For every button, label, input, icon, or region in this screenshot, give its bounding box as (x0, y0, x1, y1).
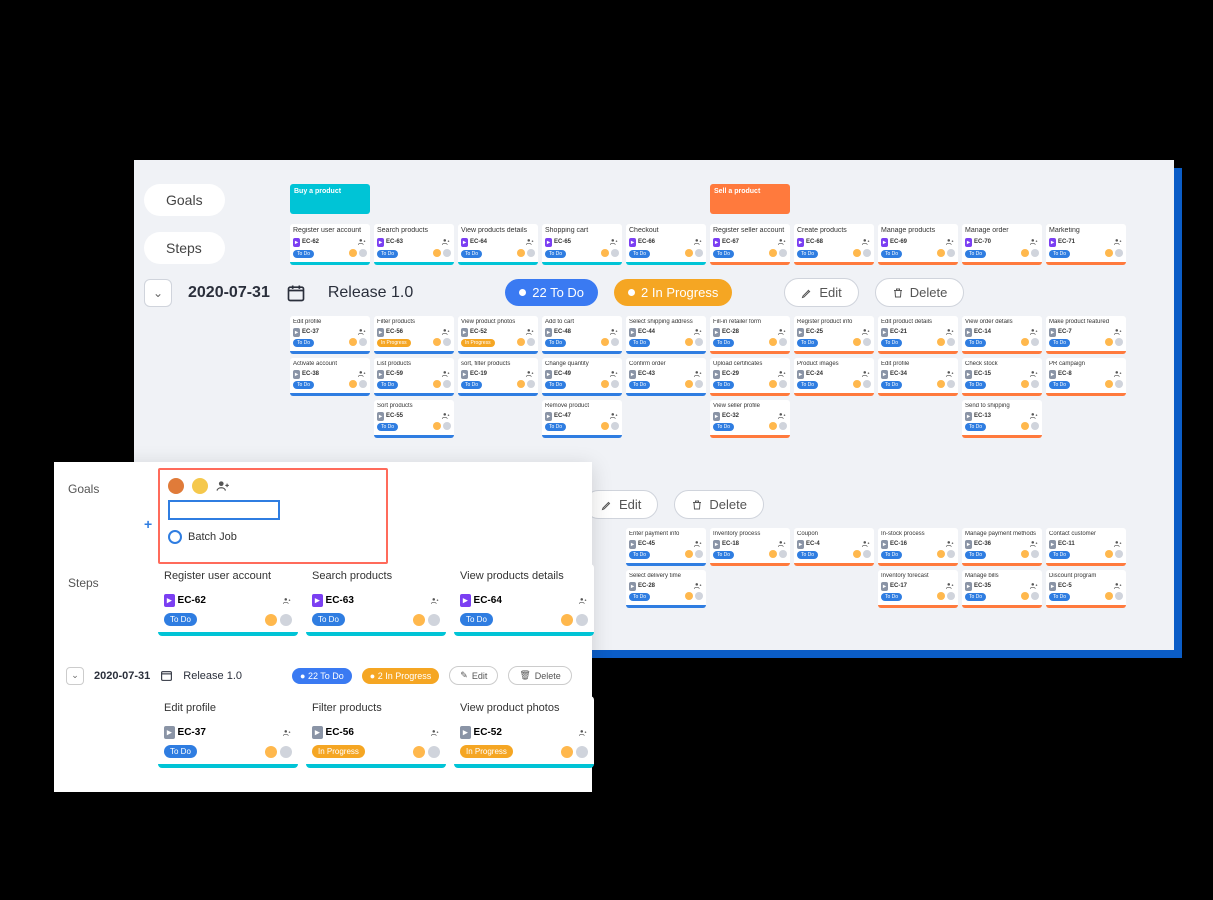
release-bar-front: ⌄ 2020-07-31 Release 1.0 ● 22 To Do ● 2 … (66, 666, 572, 685)
task-card-front[interactable]: Filter products▸EC-56In Progress (306, 696, 446, 768)
release-date-front: 2020-07-31 (94, 670, 150, 682)
step-card-front[interactable]: View products details▸EC-64To Do (454, 564, 594, 636)
story-map-front-panel: Goals Steps Buy a pro + Batch Job Regist… (54, 462, 592, 792)
task-grid-2: Enter payment info▸EC-45To Do Inventory … (626, 528, 1126, 608)
step-card[interactable]: Register user account▸EC-62To Do (290, 224, 370, 265)
release-date: 2020-07-31 (188, 284, 270, 302)
task-card[interactable]: Edit profile▸EC-34To Do (878, 358, 958, 396)
collapse-toggle-front[interactable]: ⌄ (66, 667, 84, 685)
task-card[interactable]: Fill-in retailer form▸EC-28To Do (710, 316, 790, 354)
task-card[interactable]: Edit product details▸EC-21To Do (878, 316, 958, 354)
step-card[interactable]: Marketing▸EC-71To Do (1046, 224, 1126, 265)
steps-label-front: Steps (68, 576, 99, 590)
task-card-front[interactable]: Edit profile▸EC-37To Do (158, 696, 298, 768)
task-card[interactable]: Select shipping address▸EC-44To Do (626, 316, 706, 354)
task-card[interactable]: Confirm order▸EC-43To Do (626, 358, 706, 396)
step-card[interactable]: Shopping cart▸EC-65To Do (542, 224, 622, 265)
avatar-row (168, 478, 378, 494)
task-card[interactable]: List products▸EC-59To Do (374, 358, 454, 396)
step-card[interactable]: View products details▸EC-64To Do (458, 224, 538, 265)
task-card[interactable]: Inventory forecast▸EC-17To Do (878, 570, 958, 608)
task-card[interactable]: Edit profile▸EC-37To Do (290, 316, 370, 354)
delete-button-2[interactable]: Delete (674, 490, 764, 519)
task-card[interactable]: Register product info▸EC-25To Do (794, 316, 874, 354)
step-card-front[interactable]: Register user account▸EC-62To Do (158, 564, 298, 636)
gear-icon (168, 530, 182, 544)
task-card[interactable]: In-stock process▸EC-16To Do (878, 528, 958, 566)
steps-row: Register user account▸EC-62To Do Search … (290, 224, 1126, 265)
task-card[interactable]: Check stock▸EC-15To Do (962, 358, 1042, 396)
inprogress-count-pill[interactable]: 2 In Progress (614, 279, 732, 306)
task-card[interactable]: sort, filter products▸EC-19To Do (458, 358, 538, 396)
step-card-front[interactable]: Search products▸EC-63To Do (306, 564, 446, 636)
step-card[interactable]: Register seller account▸EC-67To Do (710, 224, 790, 265)
row-labels: Goals Steps (144, 184, 225, 264)
todo-pill-front[interactable]: ● 22 To Do (292, 668, 352, 684)
task-grid: Edit profile▸EC-37To Do Filter products▸… (290, 316, 1126, 438)
calendar-icon[interactable] (286, 283, 306, 303)
popup-input[interactable] (168, 500, 280, 520)
release-bar: ⌄ 2020-07-31 Release 1.0 22 To Do 2 In P… (144, 278, 964, 307)
goal-card-buy[interactable]: Buy a product (290, 184, 370, 214)
task-card[interactable]: Send to shipping▸EC-13To Do (962, 400, 1042, 438)
steps-label: Steps (144, 232, 225, 264)
task-card[interactable]: Enter payment info▸EC-45To Do (626, 528, 706, 566)
avatar-2[interactable] (192, 478, 208, 494)
delete-button-front[interactable]: 🗑 Delete (508, 666, 571, 685)
task-card[interactable]: Add to cart▸EC-48To Do (542, 316, 622, 354)
inprog-pill-front[interactable]: ● 2 In Progress (362, 668, 439, 684)
batch-job-option[interactable]: Batch Job (168, 530, 378, 544)
task-card-front[interactable]: View product photos▸EC-52In Progress (454, 696, 594, 768)
task-card[interactable]: PR campaign▸EC-8To Do (1046, 358, 1126, 396)
edit-button-2[interactable]: Edit (584, 490, 658, 519)
task-card[interactable]: Remove product▸EC-47To Do (542, 400, 622, 438)
assign-popup: Batch Job (158, 468, 388, 564)
collapse-toggle[interactable]: ⌄ (144, 279, 172, 307)
todo-count-pill[interactable]: 22 To Do (505, 279, 598, 306)
delete-button[interactable]: Delete (875, 278, 965, 307)
edit-button[interactable]: Edit (784, 278, 858, 307)
task-card[interactable]: View seller profile▸EC-32To Do (710, 400, 790, 438)
task-card[interactable]: Product images▸EC-24To Do (794, 358, 874, 396)
release-name-front: Release 1.0 (183, 670, 242, 682)
goals-row-2: Sell a product (710, 184, 790, 214)
task-card[interactable]: Inventory process▸EC-18To Do (710, 528, 790, 566)
avatar-1[interactable] (168, 478, 184, 494)
task-card[interactable]: Manage payment methods▸EC-36To Do (962, 528, 1042, 566)
edit-button-front[interactable]: ✎ Edit (449, 666, 498, 685)
task-card[interactable]: View order details▸EC-14To Do (962, 316, 1042, 354)
task-card[interactable]: Coupon▸EC-4To Do (794, 528, 874, 566)
task-card[interactable]: Make product featured▸EC-7To Do (1046, 316, 1126, 354)
add-assignee-icon[interactable] (216, 479, 230, 493)
goal-card-sell[interactable]: Sell a product (710, 184, 790, 214)
task-card[interactable]: Sort products▸EC-55To Do (374, 400, 454, 438)
step-card[interactable]: Create products▸EC-68To Do (794, 224, 874, 265)
task-card[interactable]: Discount program▸EC-5To Do (1046, 570, 1126, 608)
step-card[interactable]: Checkout▸EC-66To Do (626, 224, 706, 265)
add-goal-icon[interactable]: + (144, 516, 152, 532)
task-card[interactable]: Change quantity▸EC-49To Do (542, 358, 622, 396)
task-card[interactable]: Activate account▸EC-38To Do (290, 358, 370, 396)
goals-label-front: Goals (68, 482, 99, 496)
release-bar-2: Edit Delete (584, 490, 764, 519)
goals-row: Buy a product (290, 184, 370, 214)
task-card[interactable]: Filter products▸EC-56In Progress (374, 316, 454, 354)
task-card[interactable]: Select delivery time▸EC-28To Do (626, 570, 706, 608)
task-card[interactable]: Contact customer▸EC-11To Do (1046, 528, 1126, 566)
task-card[interactable]: View product photos▸EC-52In Progress (458, 316, 538, 354)
goals-label: Goals (144, 184, 225, 216)
step-card[interactable]: Manage products▸EC-69To Do (878, 224, 958, 265)
task-card[interactable]: Manage bills▸EC-35To Do (962, 570, 1042, 608)
calendar-icon-front[interactable] (160, 669, 173, 682)
task-card[interactable]: Upload certificates▸EC-29To Do (710, 358, 790, 396)
step-card[interactable]: Manage order▸EC-70To Do (962, 224, 1042, 265)
step-card[interactable]: Search products▸EC-63To Do (374, 224, 454, 265)
release-name: Release 1.0 (328, 284, 413, 302)
